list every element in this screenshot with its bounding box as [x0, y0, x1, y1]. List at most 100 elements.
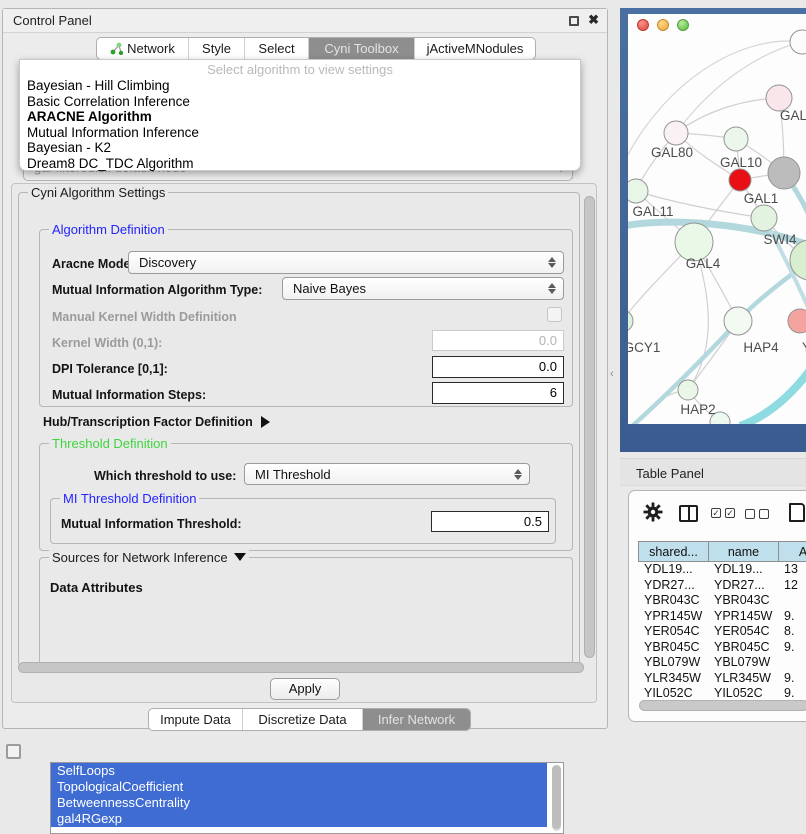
mi-steps-label: Mutual Information Steps:: [52, 388, 206, 402]
table-row[interactable]: YPR145WYPR145W9.: [638, 609, 806, 625]
mi-type-label: Mutual Information Algorithm Type:: [52, 283, 262, 297]
network-node[interactable]: [724, 127, 748, 151]
attribute-list-item[interactable]: gal4RGexp: [51, 811, 547, 827]
network-node[interactable]: [628, 310, 633, 332]
column-header[interactable]: A: [778, 541, 806, 562]
table-cell: YDR27...: [708, 578, 778, 594]
select-all-checkboxes-icon[interactable]: ✓✓: [711, 508, 735, 518]
panel-divider[interactable]: ‹: [608, 8, 620, 762]
tab-jactivemnodules[interactable]: jActiveMNodules: [415, 38, 535, 59]
table-horizontal-scrollbar[interactable]: [639, 700, 806, 712]
tab-discretize-data[interactable]: Discretize Data: [243, 709, 363, 730]
which-threshold-combo[interactable]: MI Threshold: [244, 463, 530, 485]
attribute-list-item[interactable]: BetweennessCentrality: [51, 795, 547, 811]
attribute-list-item[interactable]: TopologicalCoefficient: [51, 779, 547, 795]
network-node[interactable]: [751, 205, 777, 231]
algorithm-option[interactable]: Basic Correlation Inference: [20, 94, 580, 110]
close-icon[interactable]: ✖: [588, 12, 599, 28]
network-edge[interactable]: [676, 98, 779, 133]
mac-minimize-icon[interactable]: [657, 19, 669, 31]
divider-collapse-icon[interactable]: ‹: [610, 368, 614, 380]
table-cell: YLR345W: [638, 671, 708, 687]
group-title[interactable]: Sources for Network Inference: [49, 550, 249, 565]
algorithm-option[interactable]: Mutual Information Inference: [20, 125, 580, 141]
network-node[interactable]: [628, 179, 648, 203]
apply-button[interactable]: Apply: [270, 678, 340, 700]
list-scrollbar[interactable]: [552, 765, 561, 831]
table-row[interactable]: YBR043CYBR043C: [638, 593, 806, 609]
docked-panel-icon[interactable]: [6, 744, 21, 759]
algorithm-option[interactable]: ARACNE Algorithm: [20, 109, 580, 125]
data-attributes-list[interactable]: SelfLoopsTopologicalCoefficientBetweenne…: [50, 762, 564, 834]
mi-threshold-field[interactable]: 0.5: [431, 511, 549, 532]
settings-vertical-scrollbar[interactable]: [584, 196, 595, 658]
network-node[interactable]: [768, 157, 800, 189]
mac-zoom-icon[interactable]: [677, 19, 689, 31]
chevron-right-icon: [261, 416, 270, 428]
column-header[interactable]: name: [708, 541, 778, 562]
network-node[interactable]: [790, 30, 806, 54]
document-icon[interactable]: [789, 503, 805, 522]
node-label: GAL: [780, 108, 806, 123]
gear-icon[interactable]: [643, 502, 663, 527]
network-canvas[interactable]: GALGAL80GAL10GAL1GAL11SWI4GAL4GCY1HAP4YH…: [628, 14, 806, 424]
table-cell: YBR045C: [708, 640, 778, 656]
columns-icon[interactable]: [679, 505, 698, 522]
network-node[interactable]: [788, 309, 806, 333]
group-title: Algorithm Definition: [49, 222, 168, 237]
manual-kernel-checkbox[interactable]: [547, 307, 562, 322]
network-node[interactable]: [678, 380, 698, 400]
data-attributes-label: Data Attributes: [50, 580, 143, 595]
table-cell: 12: [778, 578, 806, 594]
network-node[interactable]: [729, 169, 751, 191]
kernel-width-label: Kernel Width (0,1):: [52, 336, 162, 350]
deselect-all-checkboxes-icon[interactable]: [745, 509, 769, 519]
table-cell: YDL19...: [638, 562, 708, 578]
float-window-icon[interactable]: [569, 16, 579, 26]
settings-horizontal-scrollbar[interactable]: [18, 662, 584, 675]
table-panel-title: Table Panel: [636, 466, 704, 481]
node-label: GAL1: [744, 191, 779, 206]
network-node[interactable]: [724, 307, 752, 335]
table-row[interactable]: YDL19...YDL19...13: [638, 562, 806, 578]
tab-label: Style: [202, 41, 231, 56]
mi-algorithm-type-combo[interactable]: Naive Bayes: [282, 277, 564, 300]
table-panel-header: Table Panel: [620, 458, 806, 486]
tab-infer-network[interactable]: Infer Network: [363, 709, 470, 730]
attribute-list-item[interactable]: SelfLoops: [51, 763, 547, 779]
table-row[interactable]: YER054CYER054C8.: [638, 624, 806, 640]
combo-stepper-icon: [514, 468, 522, 481]
group-title: MI Threshold Definition: [60, 491, 199, 506]
node-label: Y: [802, 340, 806, 355]
kernel-width-field[interactable]: 0.0: [432, 330, 564, 351]
tab-style[interactable]: Style: [189, 38, 245, 59]
node-label: GAL10: [720, 155, 762, 170]
network-edge[interactable]: [740, 366, 806, 424]
table-row[interactable]: YDR27...YDR27...12: [638, 578, 806, 594]
tab-network[interactable]: Network: [97, 38, 189, 59]
tab-cyni-toolbox[interactable]: Cyni Toolbox: [309, 38, 415, 59]
algorithm-option[interactable]: Dream8 DC_TDC Algorithm: [20, 156, 580, 172]
table-cell: 9.: [778, 671, 806, 687]
table-row[interactable]: YBL079WYBL079W: [638, 655, 806, 671]
table-header-row: shared...nameA: [638, 541, 806, 562]
hub-definition-toggle[interactable]: Hub/Transcription Factor Definition: [43, 415, 270, 429]
network-node[interactable]: [664, 121, 688, 145]
table-row[interactable]: YLR345WYLR345W9.: [638, 671, 806, 687]
algorithm-option[interactable]: Bayesian - K2: [20, 140, 580, 156]
algorithm-option[interactable]: Bayesian - Hill Climbing: [20, 78, 580, 94]
mi-steps-field[interactable]: 6: [432, 382, 564, 404]
tab-impute-data[interactable]: Impute Data: [149, 709, 243, 730]
algorithm-definition-group: Algorithm Definition Aracne Mode: Discov…: [39, 229, 573, 407]
tab-select[interactable]: Select: [245, 38, 309, 59]
column-header[interactable]: shared...: [638, 541, 708, 562]
hub-definition-label: Hub/Transcription Factor Definition: [43, 415, 253, 429]
dpi-tolerance-field[interactable]: 0.0: [432, 356, 564, 378]
mac-close-icon[interactable]: [637, 19, 649, 31]
tab-label: Network: [127, 41, 175, 56]
table-row[interactable]: YBR045CYBR045C9.: [638, 640, 806, 656]
panel-title: Control Panel: [13, 13, 92, 28]
aracne-mode-combo[interactable]: Discovery: [128, 251, 564, 274]
network-graph[interactable]: GALGAL80GAL10GAL1GAL11SWI4GAL4GCY1HAP4YH…: [628, 14, 806, 424]
node-label: HAP2: [680, 402, 715, 417]
